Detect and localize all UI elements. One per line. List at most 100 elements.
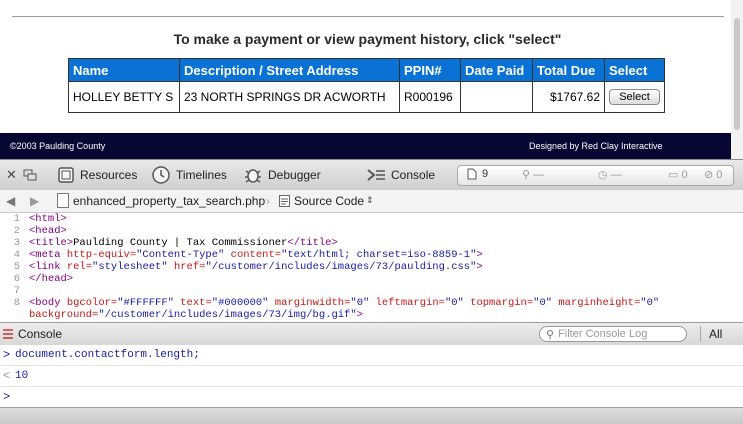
code-token: "0" — [350, 297, 370, 309]
console-entry-result: < 10 — [0, 366, 743, 387]
col-select-header: Select — [604, 58, 665, 82]
breadcrumb-separator: › — [266, 194, 270, 208]
console-filter-input[interactable]: ⚲ Filter Console Log — [539, 326, 687, 342]
filter-divider — [700, 326, 701, 342]
logs-counter: ▭ 0 — [668, 169, 688, 181]
console-entry-text: document.contactform.length; — [15, 349, 200, 361]
payment-table: Name Description / Street Address PPIN# … — [68, 58, 665, 113]
col-name-header: Name — [68, 58, 180, 82]
clock-icon — [152, 166, 170, 184]
errors-counter: ⊘ 0 — [704, 169, 723, 181]
source-code-icon — [279, 195, 290, 207]
prompt-icon: > — [3, 390, 11, 404]
col-date-paid-header: Date Paid — [460, 58, 533, 82]
code-token: > — [476, 249, 483, 261]
document-icon — [467, 168, 477, 180]
dock-button[interactable] — [23, 160, 37, 190]
code-token: marginwidth= — [268, 297, 351, 309]
page-scrollbar[interactable] — [731, 0, 743, 159]
line-number: 5 — [13, 261, 20, 273]
line-number: 7 — [13, 285, 20, 297]
code-token: <link — [29, 261, 67, 273]
code-token: </title> — [287, 237, 338, 249]
tab-resources[interactable]: Resources — [57, 160, 137, 190]
page-footer: ©2003 Paulding County Designed by Red Cl… — [0, 133, 743, 159]
console-header: Console ⚲ Filter Console Log All — [0, 322, 743, 346]
console-list-icon — [3, 329, 13, 339]
source-code-view[interactable]: 1 <html> 2 <head> 3 <title>Paulding County | … — [0, 213, 743, 323]
code-token: "text/html; charset=iso-8859-1" — [281, 249, 477, 261]
code-token: Paulding County | Tax Commissioner — [73, 237, 288, 249]
tab-debugger-label: Debugger — [268, 168, 321, 182]
console-filter-all[interactable]: All — [709, 327, 722, 341]
close-inspector-button[interactable]: ✕ — [6, 160, 17, 190]
code-token: bgcolor= — [66, 297, 118, 309]
scrollbar-thumb[interactable] — [734, 18, 740, 130]
line-number: 2 — [13, 225, 20, 237]
inspector-bottom-bar — [0, 407, 743, 424]
cell-ppin: R000196 — [399, 81, 461, 113]
documents-counter: 9 — [467, 168, 488, 180]
code-token: marginheight= — [552, 297, 641, 309]
code-token: topmargin= — [463, 297, 534, 309]
console-result-text: 10 — [15, 370, 29, 382]
back-arrow-icon[interactable]: ◀ — [6, 194, 15, 208]
code-token: text= — [173, 297, 212, 309]
code-token: "Content-Type" — [136, 249, 225, 261]
code-token: leftmargin= — [369, 297, 445, 309]
code-token: "#000000" — [211, 297, 269, 309]
tab-console[interactable]: Console — [366, 160, 435, 190]
code-token: http-equiv= — [66, 249, 137, 261]
col-ppin-header: PPIN# — [399, 58, 461, 82]
console-icon — [367, 169, 385, 181]
code-token: <title> — [29, 237, 74, 249]
code-token: "0" — [444, 297, 464, 309]
code-token: "/customer/includes/images/73/img/bg.gif… — [98, 309, 357, 321]
line-number: 3 — [13, 237, 20, 249]
result-icon: < — [3, 369, 11, 383]
view-chevron-icon[interactable]: ⇕ — [366, 195, 374, 206]
code-token: "0" — [533, 297, 553, 309]
console-log[interactable]: > document.contactform.length; < 10 > — [0, 345, 743, 407]
code-token: "/customer/includes/images/73/paulding.c… — [205, 261, 477, 273]
cell-name: HOLLEY BETTY S — [68, 81, 180, 113]
code-token: rel= — [66, 261, 93, 273]
cell-address: 23 NORTH SPRINGS DR ACWORTH — [179, 81, 400, 113]
page-divider — [12, 16, 724, 17]
close-icon: ✕ — [6, 167, 17, 182]
line-number: 1 — [13, 213, 20, 225]
copyright-text: ©2003 Paulding County — [10, 141, 106, 151]
weight-counter: ⚲ — — [522, 169, 545, 181]
breadcrumb-view[interactable]: Source Code — [294, 194, 364, 208]
breadcrumb: ◀ ▶ enhanced_property_tax_search.php › S… — [0, 190, 743, 213]
bug-icon — [245, 169, 261, 183]
console-prompt[interactable]: > — [0, 387, 743, 407]
code-token: background= — [29, 309, 99, 321]
breadcrumb-file[interactable]: enhanced_property_tax_search.php — [73, 194, 265, 208]
code-token: > — [356, 309, 363, 321]
table-row: HOLLEY BETTY S 23 NORTH SPRINGS DR ACWOR… — [68, 81, 665, 113]
code-token: </head> — [29, 273, 74, 285]
code-token: > — [476, 261, 483, 273]
line-number: 4 — [13, 249, 20, 261]
code-token: "0" — [640, 297, 660, 309]
col-total-due-header: Total Due — [532, 58, 605, 82]
select-button[interactable]: Select — [609, 89, 660, 105]
source-line: background="/customer/includes/images/73… — [0, 309, 363, 322]
code-token: "stylesheet" — [92, 261, 168, 273]
resources-icon — [58, 167, 74, 183]
line-number: 8 — [13, 297, 20, 309]
tab-timelines[interactable]: Timelines — [151, 160, 227, 190]
file-icon — [57, 193, 69, 208]
code-token: content= — [224, 249, 282, 261]
code-token: href= — [167, 261, 206, 273]
activity-counters[interactable]: 9 ⚲ — ◷ — ▭ 0 ⊘ 0 — [457, 165, 734, 186]
prompt-icon: > — [3, 348, 11, 362]
forward-arrow-icon[interactable]: ▶ — [30, 194, 39, 208]
cell-total-due: $1767.62 — [532, 81, 605, 113]
code-token: <html> — [29, 213, 67, 225]
cell-date-paid — [460, 81, 533, 113]
tab-debugger[interactable]: Debugger — [243, 160, 321, 190]
tab-timelines-label: Timelines — [176, 168, 227, 182]
payment-instructions: To make a payment or view payment histor… — [173, 31, 562, 47]
